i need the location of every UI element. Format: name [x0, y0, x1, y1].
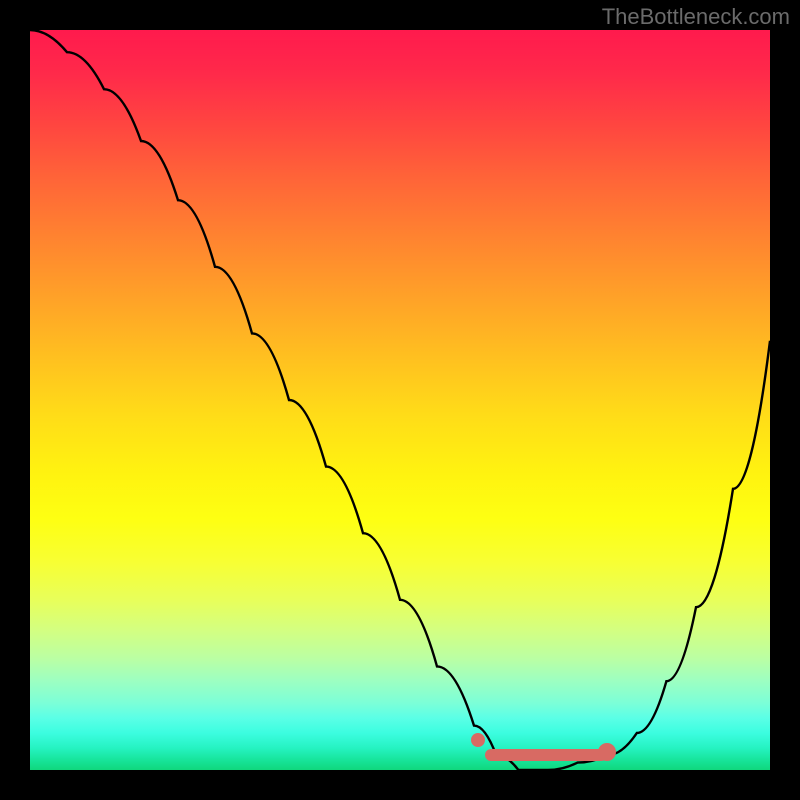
- chart-area: [30, 30, 770, 770]
- marker-start: [471, 733, 485, 747]
- watermark-text: TheBottleneck.com: [602, 4, 790, 30]
- optimal-range-bar: [485, 749, 607, 761]
- marker-end: [598, 743, 616, 761]
- bottleneck-curve: [30, 30, 770, 770]
